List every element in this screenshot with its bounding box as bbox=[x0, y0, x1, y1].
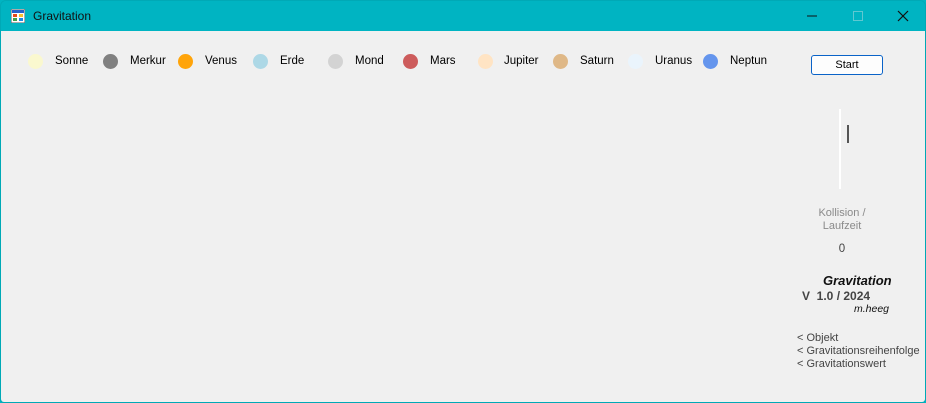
legend-label: Saturn bbox=[580, 55, 614, 67]
minimize-button[interactable] bbox=[789, 1, 835, 31]
brand-title: Gravitation bbox=[823, 273, 892, 288]
legend-color-dot bbox=[703, 54, 718, 69]
app-icon bbox=[11, 9, 25, 23]
legend-color-dot bbox=[178, 54, 193, 69]
legend-color-dot bbox=[478, 54, 493, 69]
legend-label: Neptun bbox=[730, 55, 768, 67]
legend-label: Sonne bbox=[55, 55, 89, 67]
runtime-value: 0 bbox=[838, 243, 846, 255]
brand-version: V 1.0 / 2024 bbox=[802, 289, 871, 303]
legend-label: Mond bbox=[355, 55, 384, 67]
speed-slider[interactable] bbox=[839, 109, 841, 189]
legend-label: Jupiter bbox=[504, 55, 539, 67]
legend-color-dot bbox=[28, 54, 43, 69]
minimize-icon bbox=[807, 15, 817, 17]
legend-color-dot bbox=[628, 54, 643, 69]
legend-color-dot bbox=[103, 54, 118, 69]
brand-author: m.heeg bbox=[854, 303, 890, 315]
legend-label: Venus bbox=[205, 55, 237, 67]
legend-label: Uranus bbox=[655, 55, 693, 67]
legend-color-dot bbox=[328, 54, 343, 69]
close-icon bbox=[897, 10, 909, 22]
title-bar[interactable]: Gravitation bbox=[1, 1, 925, 31]
legend-color-dot bbox=[403, 54, 418, 69]
maximize-button[interactable] bbox=[835, 1, 881, 31]
legend-label: Merkur bbox=[130, 55, 166, 67]
hint-gravitationswert: < Gravitationswert bbox=[797, 358, 886, 370]
app-window: Gravitation Sonne Merkur Venus Erde Mond Mars… bbox=[0, 0, 926, 403]
hint-objekt: < Objekt bbox=[797, 332, 839, 344]
legend-color-dot bbox=[253, 54, 268, 69]
window-title: Gravitation bbox=[33, 9, 92, 23]
speed-slider-thumb[interactable] bbox=[847, 125, 849, 143]
client-area: Sonne Merkur Venus Erde Mond Mars Jupiter Satur… bbox=[1, 31, 925, 402]
legend-label: Erde bbox=[280, 55, 305, 67]
kollision-label: Kollision / Laufzeit bbox=[818, 207, 866, 232]
maximize-icon bbox=[853, 11, 863, 21]
hint-gravitationsreihenfolge: < Gravitationsreihenfolge bbox=[797, 345, 920, 357]
legend-label: Mars bbox=[430, 55, 456, 67]
legend-color-dot bbox=[553, 54, 568, 69]
close-button[interactable] bbox=[880, 1, 925, 31]
start-button[interactable]: Start bbox=[811, 55, 883, 75]
